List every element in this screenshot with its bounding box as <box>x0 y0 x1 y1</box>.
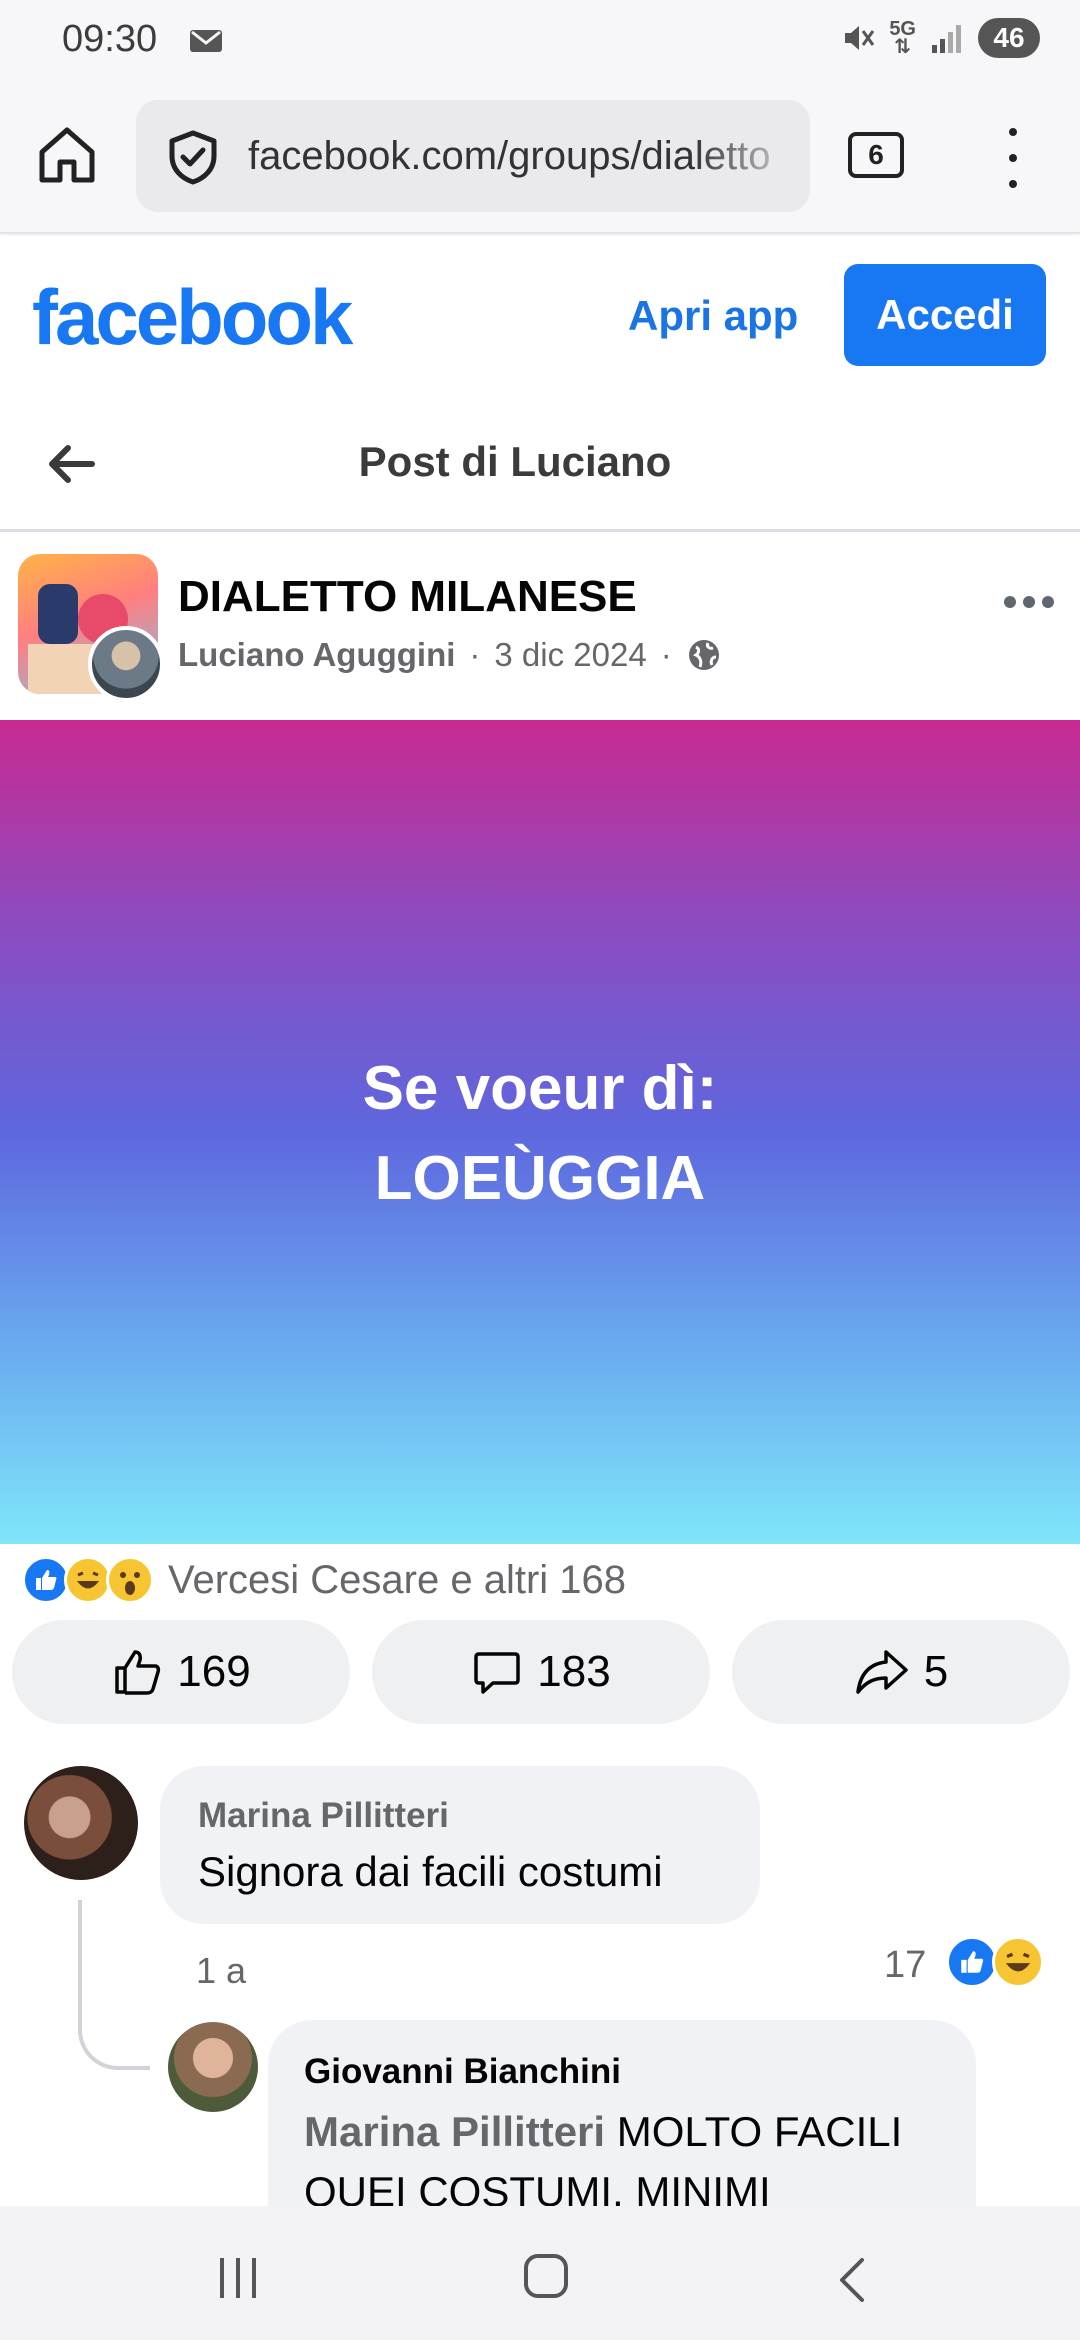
author-avatar[interactable] <box>88 626 164 702</box>
system-navigation-bar <box>0 2206 1080 2340</box>
open-app-link[interactable]: Apri app <box>628 292 798 340</box>
post-text-line: Se voeur dì: <box>362 1054 718 1123</box>
meta-separator: · <box>660 636 672 673</box>
thumbs-up-icon <box>115 1650 161 1695</box>
like-button[interactable]: 169 <box>12 1620 350 1724</box>
battery-indicator: 46 <box>978 18 1040 58</box>
mail-notification-icon <box>188 26 224 61</box>
comment-text: Signora dai facili costumi <box>198 1848 663 1895</box>
reply-mention[interactable]: Marina Pillitteri <box>304 2108 605 2155</box>
back-nav-button[interactable] <box>832 2254 872 2311</box>
group-name[interactable]: DIALETTO MILANESE <box>178 572 637 622</box>
post-meta: Luciano Aguggini · 3 dic 2024 · <box>178 636 722 674</box>
post-author[interactable]: Luciano Aguggini <box>178 636 455 674</box>
reply-author[interactable]: Giovanni Bianchini <box>304 2052 621 2092</box>
reactions-summary-text: Vercesi Cesare e altri 168 <box>168 1557 627 1602</box>
status-bar: 09:30 5G ⇅ 46 <box>0 0 1080 84</box>
haha-reaction-icon <box>64 1556 112 1604</box>
home-button[interactable] <box>524 2254 568 2298</box>
browser-home-button[interactable] <box>34 122 100 188</box>
comment-icon <box>474 1652 521 1694</box>
comment-author[interactable]: Marina Pillitteri <box>198 1796 449 1836</box>
login-button[interactable]: Accedi <box>844 264 1046 366</box>
page-title-bar: Post di Luciano <box>0 396 1080 532</box>
browser-menu-button[interactable] <box>1000 128 1026 188</box>
page-title: Post di Luciano <box>358 438 672 485</box>
url-text: facebook.com/groups/dialetto <box>248 134 771 178</box>
tab-switcher-button[interactable]: 6 <box>848 132 904 178</box>
comment-time[interactable]: 1 a <box>196 1950 246 1992</box>
status-indicators: 5G ⇅ 46 <box>841 18 1040 58</box>
home-icon <box>39 127 95 183</box>
globe-icon <box>688 640 719 670</box>
haha-reaction-icon <box>992 1936 1044 1988</box>
shield-check-icon <box>164 128 222 191</box>
post-text: Se voeur dì: LOEÙGGIA <box>0 1044 1080 1224</box>
comment-reaction-count[interactable]: 17 <box>884 1944 926 1987</box>
post-content: Se voeur dì: LOEÙGGIA <box>0 720 1080 1544</box>
status-time: 09:30 <box>62 18 158 60</box>
post-actions: 169 183 5 <box>0 1620 1080 1724</box>
comment-bubble: Marina Pillitteri Signora dai facili cos… <box>160 1766 760 1924</box>
like-reaction-icon <box>946 1936 998 1988</box>
signal-icon <box>932 25 961 53</box>
browser-toolbar: facebook.com/groups/dialetto 6 <box>0 84 1080 234</box>
address-bar[interactable]: facebook.com/groups/dialetto <box>136 100 810 212</box>
facebook-header: facebook Apri app Accedi <box>0 236 1080 396</box>
reactions-summary[interactable]: Vercesi Cesare e altri 168 <box>0 1544 1080 1616</box>
post-date[interactable]: 3 dic 2024 <box>494 636 646 674</box>
comment-reactions[interactable] <box>946 1936 1044 1988</box>
like-count: 169 <box>177 1647 251 1696</box>
post-header: DIALETTO MILANESE Luciano Aguggini · 3 d… <box>0 536 1080 720</box>
share-count: 5 <box>923 1647 949 1696</box>
commenter-avatar[interactable] <box>24 1766 138 1880</box>
reply-thread-line <box>78 1900 150 2070</box>
chevron-left-icon <box>840 2258 864 2302</box>
share-button[interactable]: 5 <box>732 1620 1070 1724</box>
share-arrow-icon <box>856 1650 908 1694</box>
post-text-line: LOEÙGGIA <box>374 1144 706 1213</box>
reaction-icons <box>22 1556 154 1604</box>
comment-count: 183 <box>537 1647 611 1696</box>
meta-separator: · <box>469 636 481 673</box>
post-options-button[interactable] <box>1004 596 1054 608</box>
reply-text: Marina Pillitteri MOLTO FACILI QUEI COST… <box>304 2102 954 2222</box>
network-type: 5G ⇅ <box>889 18 916 58</box>
like-reaction-icon <box>22 1556 70 1604</box>
facebook-logo[interactable]: facebook <box>32 272 353 363</box>
wow-reaction-icon <box>106 1556 154 1604</box>
mute-icon <box>845 26 875 50</box>
recents-button[interactable] <box>220 2258 256 2298</box>
reply-author-avatar[interactable] <box>168 2022 258 2112</box>
comment-button[interactable]: 183 <box>372 1620 710 1724</box>
